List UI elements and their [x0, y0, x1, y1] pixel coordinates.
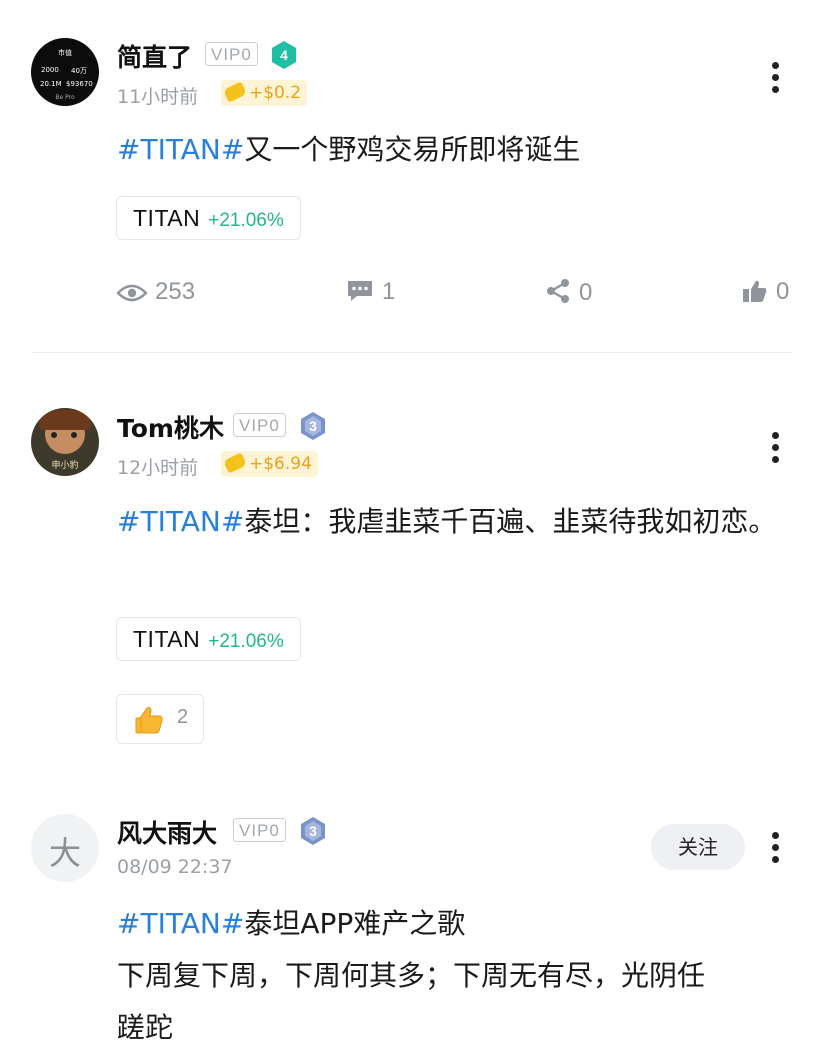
- avatar-caption: 申小豹: [51, 461, 79, 471]
- views-count: 253: [155, 278, 196, 305]
- post-time: 11小时前: [117, 86, 199, 108]
- comment-count: 1: [382, 278, 396, 305]
- vip-badge: VIP0: [233, 818, 286, 842]
- more-options-icon[interactable]: [770, 432, 780, 468]
- avatar-cell: 40万: [71, 67, 87, 75]
- stock-chip[interactable]: TITAN +21.06%: [116, 617, 301, 661]
- avatar-cell: 20.1M: [40, 80, 62, 88]
- like-button[interactable]: 0: [742, 278, 789, 306]
- post-body-line: 泰坦APP难产之歌: [244, 907, 466, 940]
- avatar[interactable]: 市值 2000 40万 20.1M $93670 Be Pro: [31, 38, 99, 106]
- post-text: #TITAN#泰坦APP难产之歌 下周复下周，下周何其多；下周无有尽，光阴任 蹉…: [117, 898, 787, 1054]
- thumbs-up-icon: [743, 280, 767, 302]
- reaction-chip[interactable]: 2: [116, 694, 204, 744]
- hashtag-link[interactable]: #TITAN#: [117, 133, 244, 166]
- coin-icon: [222, 452, 248, 474]
- level-badge-icon: 4: [272, 41, 296, 69]
- divider: [32, 352, 792, 353]
- thumbs-up-emoji-icon: [135, 706, 163, 734]
- stock-change: +21.06%: [208, 631, 284, 652]
- reward-amount: +$0.2: [249, 83, 302, 103]
- author-name[interactable]: Tom桃木: [117, 409, 224, 445]
- avatar[interactable]: 大: [31, 814, 99, 882]
- follow-button[interactable]: 关注: [651, 824, 745, 870]
- hashtag-link[interactable]: #TITAN#: [117, 505, 244, 538]
- like-count: 0: [776, 278, 790, 305]
- post-text: #TITAN#又一个野鸡交易所即将诞生: [117, 124, 787, 176]
- avatar[interactable]: 申小豹: [31, 408, 99, 476]
- reaction-count: 2: [177, 706, 189, 728]
- avatar-cell: 2000: [41, 66, 59, 74]
- avatar-cell: $93670: [66, 80, 93, 88]
- comment-button[interactable]: 1: [346, 278, 395, 306]
- post-time: 08/09 22:37: [117, 856, 233, 878]
- level-number: 3: [309, 418, 317, 434]
- share-button[interactable]: 0: [545, 278, 592, 306]
- views-stat: 253: [116, 278, 196, 306]
- stock-change: +21.06%: [208, 210, 284, 231]
- post-body: 又一个野鸡交易所即将诞生: [244, 133, 581, 166]
- level-badge-icon: 3: [301, 412, 325, 440]
- post-text: #TITAN#泰坦：我虐韭菜千百遍、韭菜待我如初恋。: [117, 496, 783, 548]
- level-number: 3: [309, 823, 317, 839]
- post-body: 泰坦：我虐韭菜千百遍、韭菜待我如初恋。: [244, 505, 777, 538]
- share-count: 0: [579, 279, 593, 306]
- hashtag-link[interactable]: #TITAN#: [117, 907, 244, 940]
- reward-badge: +$0.2: [221, 80, 308, 106]
- comment-icon: [348, 281, 372, 301]
- more-options-icon[interactable]: [770, 62, 780, 98]
- avatar-footer: Be Pro: [55, 94, 75, 101]
- reward-badge: +$6.94: [221, 451, 318, 477]
- coin-icon: [222, 81, 248, 103]
- level-badge-icon: 3: [301, 817, 325, 845]
- post-body-line: 下周复下周，下周何其多；下周无有尽，光阴任: [117, 959, 706, 992]
- vip-badge: VIP0: [205, 42, 258, 66]
- avatar-initial: 大: [48, 834, 81, 872]
- post-body-line: 蹉跎: [117, 1011, 174, 1044]
- post-time: 12小时前: [117, 457, 199, 479]
- vip-badge: VIP0: [233, 413, 286, 437]
- eye-icon: [116, 284, 148, 302]
- more-options-icon[interactable]: [770, 832, 780, 868]
- stock-symbol: TITAN: [133, 626, 201, 652]
- author-name[interactable]: 风大雨大: [117, 814, 217, 850]
- share-icon: [547, 279, 569, 303]
- stock-chip[interactable]: TITAN +21.06%: [116, 196, 301, 240]
- reward-amount: +$6.94: [249, 454, 312, 474]
- avatar-title: 市值: [58, 49, 72, 57]
- author-name[interactable]: 简直了: [117, 38, 192, 74]
- level-number: 4: [280, 47, 288, 63]
- stock-symbol: TITAN: [133, 205, 201, 231]
